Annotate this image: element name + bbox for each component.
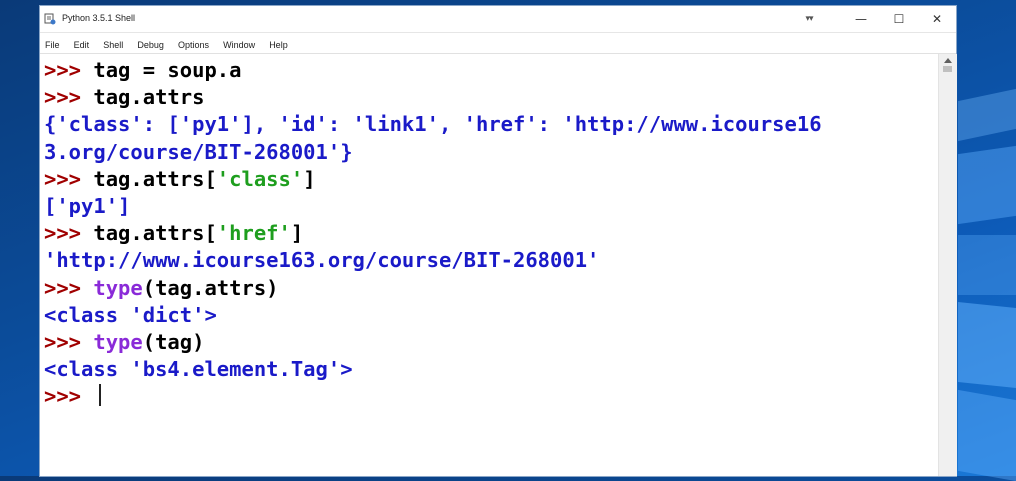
shell-text-area[interactable]: >>> tag = soup.a >>> tag.attrs {'class': [… xyxy=(40,54,938,476)
shell-output-line: 3.org/course/BIT-268001'} xyxy=(44,139,822,166)
menu-edit[interactable]: Edit xyxy=(74,35,90,55)
scroll-thumb[interactable] xyxy=(943,66,952,72)
minimize-button[interactable]: — xyxy=(846,8,876,30)
menu-options[interactable]: Options xyxy=(178,35,209,55)
shell-input-line: >>> tag.attrs['href'] xyxy=(44,220,822,247)
shell-input-line: >>> xyxy=(44,383,822,410)
shell-lines: >>> tag = soup.a >>> tag.attrs {'class': [… xyxy=(44,57,822,410)
command-text: ] xyxy=(290,221,304,246)
output-text: 3.org/course/BIT-268001'} xyxy=(44,139,353,164)
menu-debug[interactable]: Debug xyxy=(137,35,164,55)
command-text: tag.attrs xyxy=(93,85,205,110)
shell-prompt: >>> xyxy=(44,329,94,354)
desktop-light-beam xyxy=(958,301,1016,389)
python-idle-icon xyxy=(44,13,56,25)
command-text: (tag) xyxy=(142,329,205,354)
command-text: (tag.attrs) xyxy=(142,275,279,300)
desktop-light-beam xyxy=(958,389,1016,481)
menu-file[interactable]: File xyxy=(45,35,60,55)
string-literal: 'class' xyxy=(216,166,304,191)
maximize-button[interactable]: ☐ xyxy=(884,8,914,30)
shell-input-line: >>> tag.attrs['class'] xyxy=(44,166,822,193)
idle-shell-window: Python 3.5.1 Shell ▾▾ — ☐ ✕ File Edit Sh… xyxy=(40,6,957,476)
builtin-name: type xyxy=(93,275,143,300)
builtin-name: type xyxy=(93,329,143,354)
command-text: ] xyxy=(303,166,316,191)
shell-prompt: >>> xyxy=(44,221,94,246)
shell-input-line: >>> type(tag) xyxy=(44,329,822,356)
vertical-scrollbar[interactable] xyxy=(938,54,957,476)
shell-input-line: >>> tag = soup.a xyxy=(44,57,822,84)
shell-output-line: {'class': ['py1'], 'id': 'link1', 'href'… xyxy=(44,111,822,138)
shell-prompt: >>> xyxy=(44,275,94,300)
output-text: <class 'dict'> xyxy=(44,302,217,327)
command-text: tag.attrs[ xyxy=(93,221,217,246)
shell-input-line: >>> tag.attrs xyxy=(44,84,822,111)
shell-output-line: <class 'dict'> xyxy=(44,302,822,329)
titlebar-grip-icon[interactable]: ▾▾ xyxy=(794,8,824,30)
shell-prompt: >>> xyxy=(44,58,94,82)
command-text: tag.attrs[ xyxy=(93,166,217,191)
scroll-up-arrow-icon[interactable] xyxy=(944,58,952,63)
output-text: ['py1'] xyxy=(44,193,131,218)
menu-shell[interactable]: Shell xyxy=(103,35,123,55)
output-text: 'http://www.icourse163.org/course/BIT-26… xyxy=(44,248,600,273)
window-title: Python 3.5.1 Shell xyxy=(62,13,136,23)
string-literal: 'href' xyxy=(216,221,291,246)
command-text: tag = soup.a xyxy=(93,58,242,82)
desktop-light-beam xyxy=(958,145,1016,225)
shell-output-line: <class 'bs4.element.Tag'> xyxy=(44,356,822,383)
shell-prompt: >>> xyxy=(44,384,94,409)
title-bar[interactable]: Python 3.5.1 Shell ▾▾ — ☐ ✕ xyxy=(40,6,956,33)
menu-bar: File Edit Shell Debug Options Window Hel… xyxy=(40,33,956,54)
menu-help[interactable]: Help xyxy=(269,35,288,55)
shell-output-line: ['py1'] xyxy=(44,193,822,220)
shell-prompt: >>> xyxy=(44,166,94,191)
desktop-light-beam xyxy=(958,235,1016,295)
desktop-light-beam xyxy=(958,88,1016,142)
menu-window[interactable]: Window xyxy=(223,35,255,55)
shell-prompt: >>> xyxy=(44,85,94,110)
output-text: <class 'bs4.element.Tag'> xyxy=(44,357,353,382)
output-text: {'class': ['py1'], 'id': 'link1', 'href'… xyxy=(44,112,822,137)
shell-input-line: >>> type(tag.attrs) xyxy=(44,275,822,302)
close-button[interactable]: ✕ xyxy=(922,8,952,30)
shell-output-line: 'http://www.icourse163.org/course/BIT-26… xyxy=(44,247,822,274)
text-cursor xyxy=(99,384,102,407)
